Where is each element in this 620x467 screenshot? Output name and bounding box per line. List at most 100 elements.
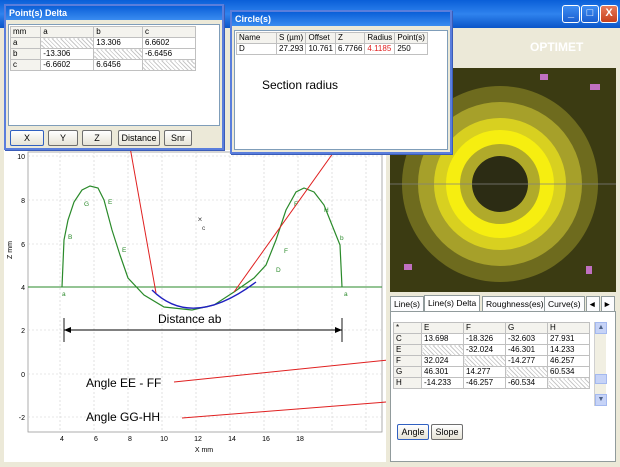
table-cell [93,48,143,60]
radius-cell: 4.1185 [364,43,396,55]
table-cell: 13.698 [421,333,464,345]
tab-curves[interactable]: Curve(s) [544,296,585,311]
tab-next-icon[interactable]: ► [601,296,615,311]
distance-button[interactable]: Distance [118,130,160,146]
table-cell: 6.7766 [334,43,366,55]
tab-lines[interactable]: Line(s) [390,296,424,311]
x-button[interactable]: X [10,130,44,146]
scroll-down-icon[interactable]: ▼ [595,394,607,406]
table-cell: -32.603 [505,333,548,345]
distance-ab-annotation: Distance ab [158,312,222,326]
table-row[interactable]: b -13.306 -6.6456 [9,48,197,60]
line-tabs: Line(s) Line(s) Delta Roughness(es) Curv… [390,295,616,312]
table-cell: 27.293 [275,43,307,55]
point-label-f2: F [284,248,288,255]
circles-table[interactable]: Name S (µm) Offset Z Radius Point(s) D 2… [236,32,428,55]
point-label-g: G [84,201,89,208]
vertical-scrollbar[interactable]: ▲ ▼ [594,322,607,406]
table-row[interactable]: G 46.301 14.277 60.534 [393,366,590,378]
table-cell: 13.306 [93,37,143,49]
table-row[interactable]: H -14.233 -46.257 -60.534 [393,377,590,389]
angle-button[interactable]: Angle [397,424,429,440]
lines-delta-panel: * E F G H C 13.698 -18.326 -32.603 27.93… [390,311,616,462]
y-button[interactable]: Y [48,130,78,146]
y-tick: 4 [21,285,25,292]
row-label: E [393,344,422,356]
optimet-logo: OPTIMET [530,40,584,54]
table-cell [463,355,506,367]
table-row[interactable]: C 13.698 -18.326 -32.603 27.931 [393,333,590,345]
table-row[interactable]: E -32.024 -46.301 14.233 [393,344,590,356]
table-cell: -14.233 [421,377,464,389]
circles-title: Circle(s) [232,12,450,26]
x-tick: 16 [262,436,270,443]
table-cell [141,59,197,71]
y-tick: -2 [19,415,25,422]
table-cell: 14.277 [463,366,506,378]
point-label-d: D [276,267,281,274]
column-header: H [547,322,590,334]
table-row[interactable]: D 27.293 10.761 6.7766 4.1185 250 [236,43,428,55]
close-button[interactable]: X [600,5,618,23]
table-row[interactable]: c -6.6602 6.6456 [9,59,197,71]
points-delta-table[interactable]: mm a b c a 13.306 6.6602 b -13.306 -6.64… [9,26,197,71]
table-cell: -13.306 [40,48,95,60]
column-header: Name [236,32,277,44]
table-cell [421,344,464,356]
column-header: Point(s) [394,32,428,44]
x-tick: 12 [194,436,202,443]
scroll-thumb[interactable] [595,374,607,384]
points-delta-window[interactable]: Point(s) Delta mm a b c a 13.306 6.6602 … [4,4,224,150]
circles-window[interactable]: Circle(s) Name S (µm) Offset Z Radius Po… [230,10,452,154]
angle-ee-ff-annotation: Angle EE - FF [86,376,162,390]
table-cell: 32.024 [421,355,464,367]
column-header: Offset [305,32,336,44]
main-window: _ □ X × G E B E a c F F H D b a 10 8 6 4… [0,0,620,467]
slope-button[interactable]: Slope [431,424,463,440]
table-cell [40,37,95,49]
profile-plot[interactable]: × G E B E a c F F H D b a 10 8 6 4 2 0 -… [4,45,605,462]
table-cell: -18.326 [463,333,506,345]
x-tick: 18 [296,436,304,443]
column-header: * [393,322,422,334]
point-label-e2: E [122,247,127,254]
points-delta-title: Point(s) Delta [6,6,222,20]
point-label-b2: b [340,235,344,242]
table-row[interactable]: F 32.024 -14.277 46.257 [393,355,590,367]
row-label: a [9,37,42,49]
minimize-button[interactable]: _ [562,5,580,23]
angle-gg-hh-annotation: Angle GG-HH [86,410,161,424]
point-label-e1: E [108,199,113,206]
table-cell [547,377,590,389]
z-button[interactable]: Z [82,130,112,146]
table-row[interactable]: a 13.306 6.6602 [9,37,197,49]
table-cell: 6.6602 [141,37,197,49]
profile-plot-svg: × G E B E a c F F H D b a 10 8 6 4 2 0 -… [7,45,605,454]
column-header: a [40,26,95,38]
x-tick: 4 [60,436,64,443]
point-label-f1: F [294,201,298,208]
lines-delta-table[interactable]: * E F G H C 13.698 -18.326 -32.603 27.93… [393,322,590,389]
table-cell: 10.761 [305,43,336,55]
maximize-button[interactable]: □ [581,5,599,23]
snr-button[interactable]: Snr [164,130,192,146]
table-cell: 27.931 [547,333,590,345]
tab-prev-icon[interactable]: ◄ [586,296,600,311]
tab-lines-delta[interactable]: Line(s) Delta [424,295,481,312]
y-tick: 6 [21,242,25,249]
svg-text:×: × [198,215,203,224]
row-label: c [9,59,42,71]
column-header: c [141,26,197,38]
scroll-up-icon[interactable]: ▲ [595,322,607,334]
column-header: S (µm) [275,32,307,44]
point-label-b: B [68,234,72,241]
x-tick: 6 [94,436,98,443]
table-cell: 250 [394,43,428,55]
tab-roughness[interactable]: Roughness(es) [482,296,548,311]
column-header: G [505,322,548,334]
y-axis-label: Z mm [7,241,14,259]
column-header: Z [334,32,366,44]
table-cell: -32.024 [463,344,506,356]
table-cell: -6.6456 [141,48,197,60]
row-label: H [393,377,422,389]
